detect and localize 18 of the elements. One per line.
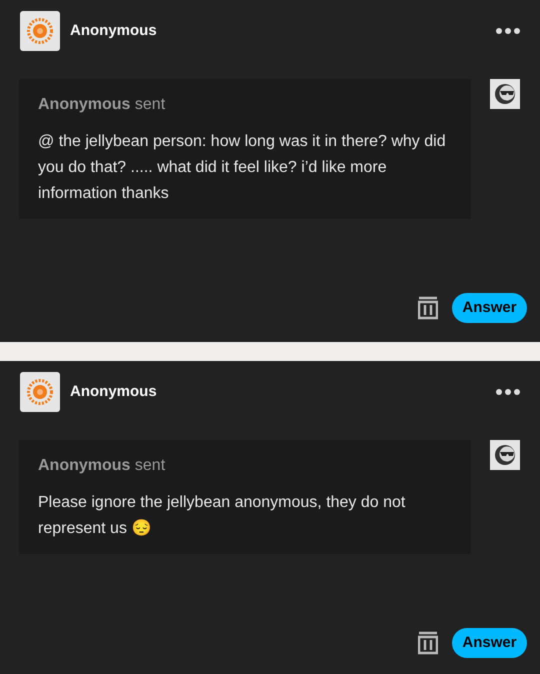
message-text: @ the jellybean person: how long was it in there? why did you do that? ..... what did it feel like? i’d like more information thanks [38,132,447,204]
sun-logo-icon [26,378,54,406]
message-text: Please ignore the jellybean anonymous, they do not represent us 😔 [38,493,406,539]
sunglasses-face-icon [493,443,517,467]
author-name[interactable]: Anonymous [70,20,157,42]
recipient-avatar[interactable] [490,79,520,109]
answer-button[interactable]: Answer [452,293,527,323]
trash-icon[interactable] [418,631,438,655]
answer-button[interactable]: Answer [452,628,527,658]
recipient-avatar[interactable] [490,440,520,470]
sender-line: Anonymous sent [38,95,166,115]
sun-logo-icon [26,17,54,45]
more-options-icon[interactable] [496,28,520,34]
sunglasses-face-icon [493,82,517,106]
trash-icon[interactable] [418,296,438,320]
sender-line: Anonymous sent [38,456,166,476]
author-name[interactable]: Anonymous [70,380,157,404]
more-options-icon[interactable] [496,389,520,395]
